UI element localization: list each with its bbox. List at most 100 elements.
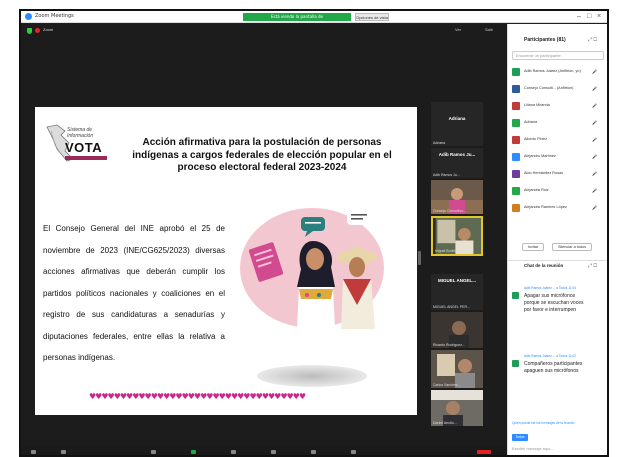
apps-icon[interactable] [351, 450, 356, 454]
participant-name: Alejandra Ruiz [524, 188, 549, 192]
participants-title: Participantes (81) [524, 37, 566, 43]
slide-title: Acción afirmativa para la postulación de… [132, 137, 392, 173]
video-tile-active[interactable]: Miguel Bonilla... [431, 216, 483, 256]
recipient-dropdown[interactable]: Todos [512, 434, 528, 441]
participant-name: Liliana Miranda [524, 103, 550, 107]
video-tile[interactable]: Carlos Sanchez... [431, 350, 483, 388]
close-icon[interactable]: × [597, 12, 601, 22]
participant-row[interactable]: Alejandro Martínez 🎤 [512, 152, 606, 164]
decorative-hearts: ♥♥♥♥♥♥♥♥♥♥♥♥♥♥♥♥♥♥♥♥♥♥♥♥♥♥♥♥♥♥♥♥♥♥♥ [89, 392, 306, 401]
participant-name: Adib Ramos Juárez (Anfitrión, yo) [524, 69, 581, 73]
shared-slide: Sistema de Información VOTA Acción afirm… [35, 107, 417, 415]
tile-name: Adib Ramos Ju... [438, 152, 476, 157]
participant-name: Alejandra Ramírez López [524, 205, 567, 209]
avatar [512, 85, 520, 93]
participant-name: Aldo Hernández Rosas [524, 171, 564, 175]
minimize-icon[interactable]: – [577, 12, 581, 22]
avatar [512, 187, 520, 195]
participant-name: Consejo Consulti... (Anfitrión) [524, 86, 574, 90]
logo-bar [65, 156, 107, 160]
meeting-toolbar [21, 447, 507, 455]
mic-muted-icon[interactable]: 🎤 [592, 137, 597, 142]
participant-row[interactable]: Alejandra Ruiz 🎤 [512, 186, 606, 198]
meeting-label: Zoom [43, 27, 54, 32]
chat-popout-icon[interactable]: ⤢ ▢ [588, 263, 597, 269]
chat-meta: Adib Ramos Juárez ... a Todos 11:00 [524, 286, 576, 290]
split-handle[interactable] [418, 251, 421, 265]
popout-icon[interactable]: ⤢ ▢ [588, 37, 597, 43]
mute-all-button[interactable]: Silenciar a todos [552, 243, 592, 251]
view-options-button[interactable]: Opciones de vista [355, 13, 389, 21]
participants-icon[interactable] [151, 450, 156, 454]
mic-muted-icon[interactable]: 🎤 [592, 86, 597, 91]
participant-row[interactable]: Consejo Consulti... (Anfitrión) 🎤 [512, 84, 606, 96]
participants-header: Participantes (81) ⤢ ▢ [508, 36, 607, 46]
avatar [512, 360, 519, 367]
mic-icon[interactable] [31, 450, 36, 454]
end-meeting-button[interactable] [477, 450, 491, 454]
shield-icon[interactable] [27, 28, 32, 34]
video-tile[interactable]: Adib Ramos Ju... Adib Ramos Ju... [431, 148, 483, 178]
avatar [512, 170, 520, 178]
video-tile[interactable]: Ricardo Rodriguez... [431, 312, 483, 348]
chat-meta: Adib Ramos Juárez ... a Todos 11:02 [524, 354, 576, 358]
participant-row[interactable]: Alberto Pérez 🎤 [512, 135, 606, 147]
tile-caption: Adriana [433, 141, 446, 145]
record-icon [35, 28, 40, 33]
video-tile[interactable]: Consejo Consultivo... [431, 180, 483, 214]
mic-muted-icon[interactable]: 🎤 [592, 154, 597, 159]
indigenous-women-illustration [240, 208, 384, 329]
tile-caption: Carlos Sanchez... [433, 383, 461, 387]
camera-icon[interactable] [61, 450, 66, 454]
video-tile[interactable]: Daniel Arrollo... [431, 390, 483, 426]
view-button[interactable]: Ver [455, 27, 461, 32]
participant-row[interactable]: Adriana 🎤 [512, 118, 606, 130]
chat-header: Chat de la reunión ⤢ ▢ [508, 260, 607, 270]
tile-caption: MIGUEL ANGEL PER... [433, 305, 470, 309]
illustration-shadow [257, 365, 367, 387]
mic-on-icon[interactable]: 🎤 [592, 103, 597, 108]
participant-row[interactable]: Alejandra Ramírez López 🎤 [512, 203, 606, 215]
video-tile[interactable]: MIGUEL ANGEL... MIGUEL ANGEL PER... [431, 274, 483, 310]
side-panel: Participantes (81) ⤢ ▢ Encontrar un part… [507, 24, 607, 455]
chat-message: Adib Ramos Juárez ... a Todos 11:00 Apag… [512, 286, 606, 346]
mic-muted-icon[interactable]: 🎤 [592, 188, 597, 193]
maximize-icon[interactable]: □ [587, 12, 591, 22]
title-bar: Zoom Meetings Está viendo la pantalla de… [21, 11, 607, 23]
meeting-area: Zoom Ver Salir Sistema de Información VO… [21, 24, 507, 455]
mic-muted-icon[interactable]: 🎤 [592, 171, 597, 176]
tile-caption: Consejo Consultivo... [433, 209, 467, 213]
meeting-top-bar: Zoom Ver Salir [21, 24, 507, 38]
share-banner: Está viendo la pantalla de [243, 13, 351, 21]
mic-muted-icon[interactable]: 🎤 [592, 69, 597, 74]
record-button-icon[interactable] [271, 450, 276, 454]
avatar [512, 204, 520, 212]
chat-visibility-link[interactable]: Quién puede ver los mensajes de la reuni… [512, 421, 606, 426]
chat-message: Adib Ramos Juárez ... a Todos 11:02 Comp… [512, 354, 606, 404]
chat-input[interactable]: Escribir mensaje aquí... [512, 446, 554, 451]
chat-text: Apagar sus micrófonos porque se escuchan… [524, 293, 584, 313]
share-screen-icon[interactable] [191, 450, 196, 454]
avatar [512, 292, 519, 299]
participant-search-input[interactable]: Encontrar un participante [512, 51, 604, 60]
app-title: Zoom Meetings [35, 13, 74, 19]
reactions-icon[interactable] [311, 450, 316, 454]
vota-logo-text: VOTA [65, 140, 103, 155]
participant-row[interactable]: Aldo Hernández Rosas 🎤 [512, 169, 606, 181]
tile-name: Adriana [448, 116, 466, 121]
mic-muted-icon[interactable]: 🎤 [592, 120, 597, 125]
participant-row[interactable]: Adib Ramos Juárez (Anfitrión, yo) 🎤 [512, 67, 606, 79]
zoom-logo-icon [25, 13, 32, 20]
tile-caption: Daniel Arrollo... [433, 421, 457, 425]
video-tile[interactable]: Adriana Adriana [431, 102, 483, 146]
app-window: Zoom Meetings Está viendo la pantalla de… [19, 9, 609, 457]
fullscreen-button[interactable]: Salir [485, 27, 493, 32]
avatar [512, 119, 520, 127]
tile-caption: Ricardo Rodriguez... [433, 343, 465, 347]
mic-muted-icon[interactable]: 🎤 [592, 205, 597, 210]
participant-name: Adriana [524, 120, 538, 124]
invite-button[interactable]: Invitar [522, 243, 544, 251]
tile-caption: Miguel Bonilla... [435, 249, 460, 253]
participant-row[interactable]: Liliana Miranda 🎤 [512, 101, 606, 113]
chat-icon[interactable] [231, 450, 236, 454]
